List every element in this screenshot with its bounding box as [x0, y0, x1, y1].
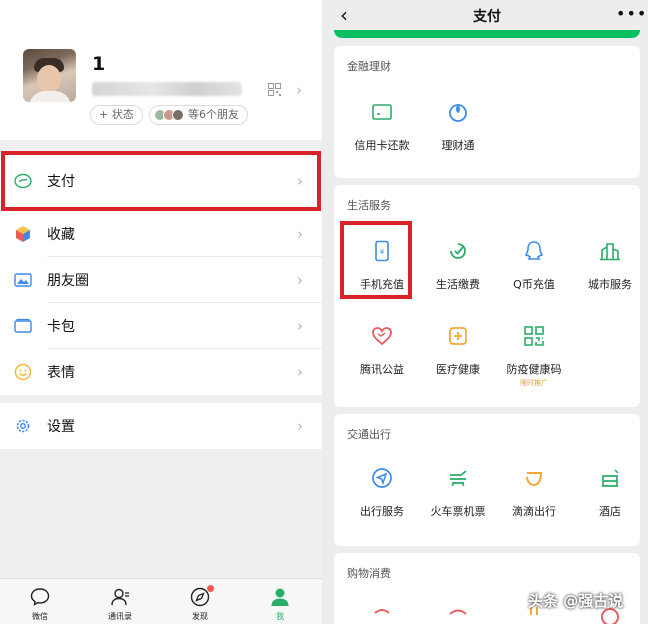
train-plane-icon [450, 470, 467, 487]
qr-code-icon[interactable] [268, 83, 281, 96]
chevron-right-icon: › [297, 271, 303, 289]
section-shopping: 购物消费 [334, 553, 640, 624]
card-wallet-icon [14, 318, 32, 333]
section-title-life: 生活服务 [347, 199, 391, 212]
utility-check-icon [450, 243, 466, 259]
shopping-bag-icon[interactable] [371, 605, 393, 624]
section-title-shopping: 购物消费 [347, 567, 391, 580]
service-city-services[interactable]: 城市服务 [572, 240, 648, 310]
menu-item-favorites[interactable]: 收藏 › [0, 211, 322, 257]
profile-name: 1 [92, 53, 106, 75]
service-healthcare[interactable]: 医疗健康 [420, 325, 496, 395]
service-label: 滴滴出行 [512, 505, 556, 518]
smiley-icon [14, 363, 32, 381]
menu-label-favorites: 收藏 [47, 227, 75, 243]
service-label: 火车票机票 [430, 505, 486, 518]
navigation-arrow-icon [372, 468, 392, 488]
tab-label-contacts: 通讯录 [108, 612, 132, 621]
service-train-flight[interactable]: 火车票机票 [420, 467, 496, 537]
me-page: 1 › + 状态 等6个朋友 支付 › 收藏 › 朋友圈 › 卡包 › 表情 ›… [0, 0, 322, 624]
credit-card-icon [372, 104, 392, 120]
chevron-right-icon: › [297, 317, 303, 335]
service-credit-card-repay[interactable]: 信用卡还款 [344, 101, 420, 171]
tab-label-discover: 发现 [192, 612, 208, 621]
tab-chats[interactable]: 微信 [0, 579, 80, 624]
tab-label-me: 我 [276, 612, 284, 621]
service-label: 城市服务 [588, 278, 632, 291]
shopping-mall-icon[interactable] [447, 605, 469, 624]
friend-avatar [172, 109, 184, 121]
menu-label-stickers: 表情 [47, 365, 75, 381]
nav-bar: ‹ 支付 ••• [326, 0, 648, 32]
notification-dot [207, 585, 214, 592]
moments-photo-icon [14, 273, 32, 287]
health-qr-icon [524, 326, 544, 346]
tab-contacts[interactable]: 通讯录 [80, 579, 160, 624]
menu-item-settings[interactable]: 设置 › [0, 403, 322, 449]
chevron-right-icon: › [296, 81, 302, 99]
section-transport: 交通出行 出行服务 火车票机票 滴滴出行 酒店 [334, 414, 640, 546]
mobile-topup-highlight-box [340, 221, 412, 299]
wallet-green-card[interactable] [334, 30, 640, 38]
menu-label-settings: 设置 [47, 419, 75, 435]
watermark: 头条 @强古说 [528, 592, 624, 610]
more-options-icon[interactable]: ••• [616, 4, 647, 23]
service-travel[interactable]: 出行服务 [344, 467, 420, 537]
avatar[interactable] [23, 49, 76, 102]
service-label: 理财通 [441, 139, 475, 152]
chat-bubble-icon [30, 588, 50, 606]
service-label: 腾讯公益 [360, 363, 404, 376]
profile-header[interactable]: 1 › + 状态 等6个朋友 [0, 0, 322, 140]
service-label: 酒店 [599, 505, 621, 518]
service-label: Q币充值 [513, 278, 555, 291]
city-buildings-icon [600, 243, 620, 261]
blurred-wechat-id [92, 82, 242, 96]
tab-me[interactable]: 我 [240, 579, 320, 624]
section-title-finance: 金融理财 [347, 60, 391, 73]
wealth-drop-icon [449, 104, 467, 122]
person-icon [271, 588, 289, 606]
menu-item-stickers[interactable]: 表情 › [0, 349, 322, 395]
page-title: 支付 [473, 9, 501, 25]
chevron-right-icon: › [297, 363, 303, 381]
service-wealth[interactable]: 理财通 [420, 101, 496, 171]
service-health-code[interactable]: 防疫健康码 限时推广 [496, 325, 572, 395]
chevron-right-icon: › [297, 225, 303, 243]
service-label: 信用卡还款 [354, 139, 410, 152]
service-label: 出行服务 [360, 505, 404, 518]
pay-highlight-box [1, 151, 321, 211]
contacts-icon [111, 588, 129, 606]
service-tencent-charity[interactable]: 腾讯公益 [344, 325, 420, 395]
friends-count-label: 等6个朋友 [188, 108, 239, 121]
section-title-transport: 交通出行 [347, 428, 391, 441]
menu-item-moments[interactable]: 朋友圈 › [0, 257, 322, 303]
friends-status-button[interactable]: 等6个朋友 [149, 105, 248, 125]
service-hotel[interactable]: 酒店 [572, 467, 648, 537]
service-label: 防疫健康码 [506, 363, 562, 376]
section-finance: 金融理财 信用卡还款 理财通 [334, 46, 640, 178]
charity-heart-icon [372, 327, 392, 346]
didi-logo-icon [526, 472, 543, 487]
bottom-tab-bar: 微信 通讯录 发现 我 [0, 578, 322, 624]
pay-page: ‹ 支付 ••• 金融理财 信用卡还款 理财通 生活服务 ¥ 手机充值 生活缴费… [326, 0, 648, 624]
service-utility-bills[interactable]: 生活缴费 [420, 240, 496, 310]
hotel-bed-icon [602, 469, 619, 487]
gear-icon [16, 419, 30, 433]
promo-tag: 限时推广 [520, 379, 548, 387]
chevron-right-icon: › [297, 417, 303, 435]
service-label: 医疗健康 [436, 363, 480, 376]
status-button[interactable]: + 状态 [90, 105, 143, 125]
service-label: 生活缴费 [436, 278, 480, 291]
menu-label-cards: 卡包 [47, 319, 75, 335]
menu-label-moments: 朋友圈 [47, 273, 89, 289]
screen: 1 › + 状态 等6个朋友 支付 › 收藏 › 朋友圈 › 卡包 › 表情 ›… [0, 0, 648, 624]
favorites-cube-icon [16, 226, 30, 242]
tab-label-chats: 微信 [32, 612, 48, 621]
tab-discover[interactable]: 发现 [160, 579, 240, 624]
medical-cross-icon [449, 327, 467, 345]
service-qcoin-topup[interactable]: Q币充值 [496, 240, 572, 310]
menu-item-cards[interactable]: 卡包 › [0, 303, 322, 349]
service-didi[interactable]: 滴滴出行 [496, 467, 572, 537]
qq-penguin-icon [524, 241, 544, 260]
